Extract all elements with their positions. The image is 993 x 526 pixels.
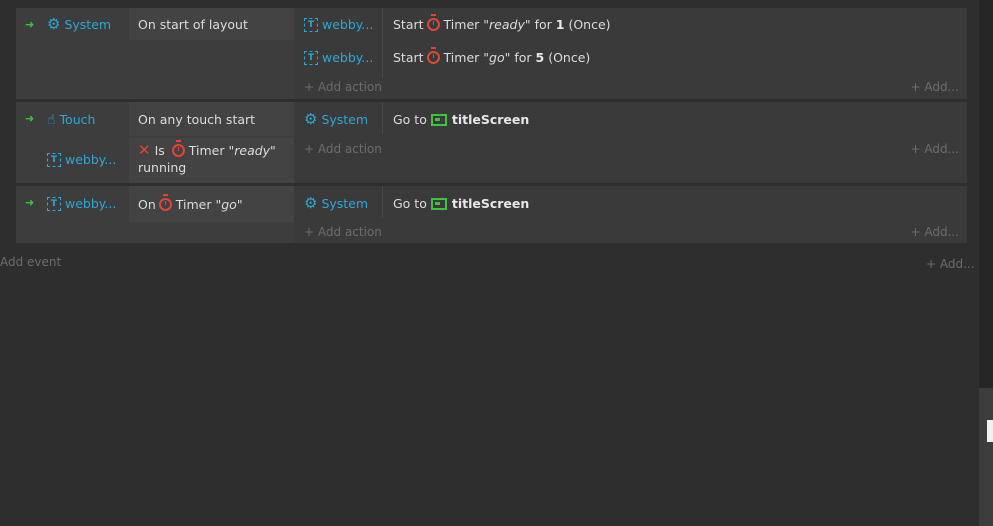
gear-icon: ⚙ (47, 15, 61, 33)
add-action-button[interactable]: + Add action (304, 225, 382, 239)
invert-x-icon: ✕ (138, 141, 151, 159)
add-button[interactable]: + Add... (910, 142, 959, 156)
event-block-2[interactable]: ➜ ☝ Touch On any touch start T webby... … (16, 102, 967, 183)
action-divider (382, 102, 383, 134)
condition-object[interactable]: T webby... (47, 151, 127, 168)
sprite-icon: T (47, 152, 61, 167)
add-action-button[interactable]: + Add action (304, 80, 382, 94)
event-sheet: ➜ ⚙ System On start of layout T webby...… (0, 0, 977, 526)
arrow-icon: ➜ (25, 112, 35, 125)
event-block-3[interactable]: ➜ T webby... On Timer "go" ⚙ System Go t… (16, 186, 967, 243)
layout-icon (430, 113, 447, 126)
sprite-icon: T (304, 50, 318, 65)
action-object[interactable]: ⚙ System (304, 195, 382, 212)
condition-text[interactable]: On any touch start (129, 102, 294, 136)
condition-object[interactable]: ☝ Touch (47, 111, 127, 128)
action-object[interactable]: T webby... (304, 16, 382, 33)
timer-icon (426, 47, 440, 64)
sprite-icon: T (304, 17, 318, 32)
add-button[interactable]: + Add... (926, 257, 975, 271)
gear-icon: ⚙ (304, 110, 318, 128)
add-button[interactable]: + Add... (910, 80, 959, 94)
action-text[interactable]: Start Timer "go" for 5 (Once) (393, 47, 590, 66)
timer-icon (158, 193, 172, 211)
condition-object[interactable]: ⚙ System (47, 16, 127, 33)
condition-text[interactable]: On Timer "go" (129, 186, 294, 222)
add-button[interactable]: + Add... (910, 225, 959, 239)
condition-text[interactable]: ✕ Is Timer "ready" running (129, 138, 294, 183)
gear-icon: ⚙ (304, 194, 318, 212)
add-action-button[interactable]: + Add action (304, 142, 382, 156)
action-divider (382, 186, 383, 218)
action-text[interactable]: Go to titleScreen (393, 111, 529, 128)
arrow-icon: ➜ (25, 18, 35, 31)
action-divider (382, 8, 383, 78)
event-block-1[interactable]: ➜ ⚙ System On start of layout T webby...… (16, 8, 967, 99)
layout-icon (430, 197, 447, 210)
add-event-button[interactable]: Add event (0, 255, 61, 269)
touch-icon: ☝ (47, 111, 56, 128)
arrow-icon: ➜ (25, 196, 35, 209)
action-text[interactable]: Go to titleScreen (393, 195, 529, 212)
condition-text[interactable]: On start of layout (129, 8, 294, 40)
timer-icon (171, 140, 185, 157)
action-text[interactable]: Start Timer "ready" for 1 (Once) (393, 14, 611, 33)
condition-object[interactable]: T webby... (47, 195, 127, 212)
sprite-icon: T (47, 196, 61, 211)
action-object[interactable]: ⚙ System (304, 111, 382, 128)
timer-icon (426, 14, 440, 31)
scrollbar-thumb[interactable] (979, 388, 993, 526)
action-object[interactable]: T webby... (304, 49, 382, 66)
scrollbar-handle[interactable] (987, 420, 993, 442)
